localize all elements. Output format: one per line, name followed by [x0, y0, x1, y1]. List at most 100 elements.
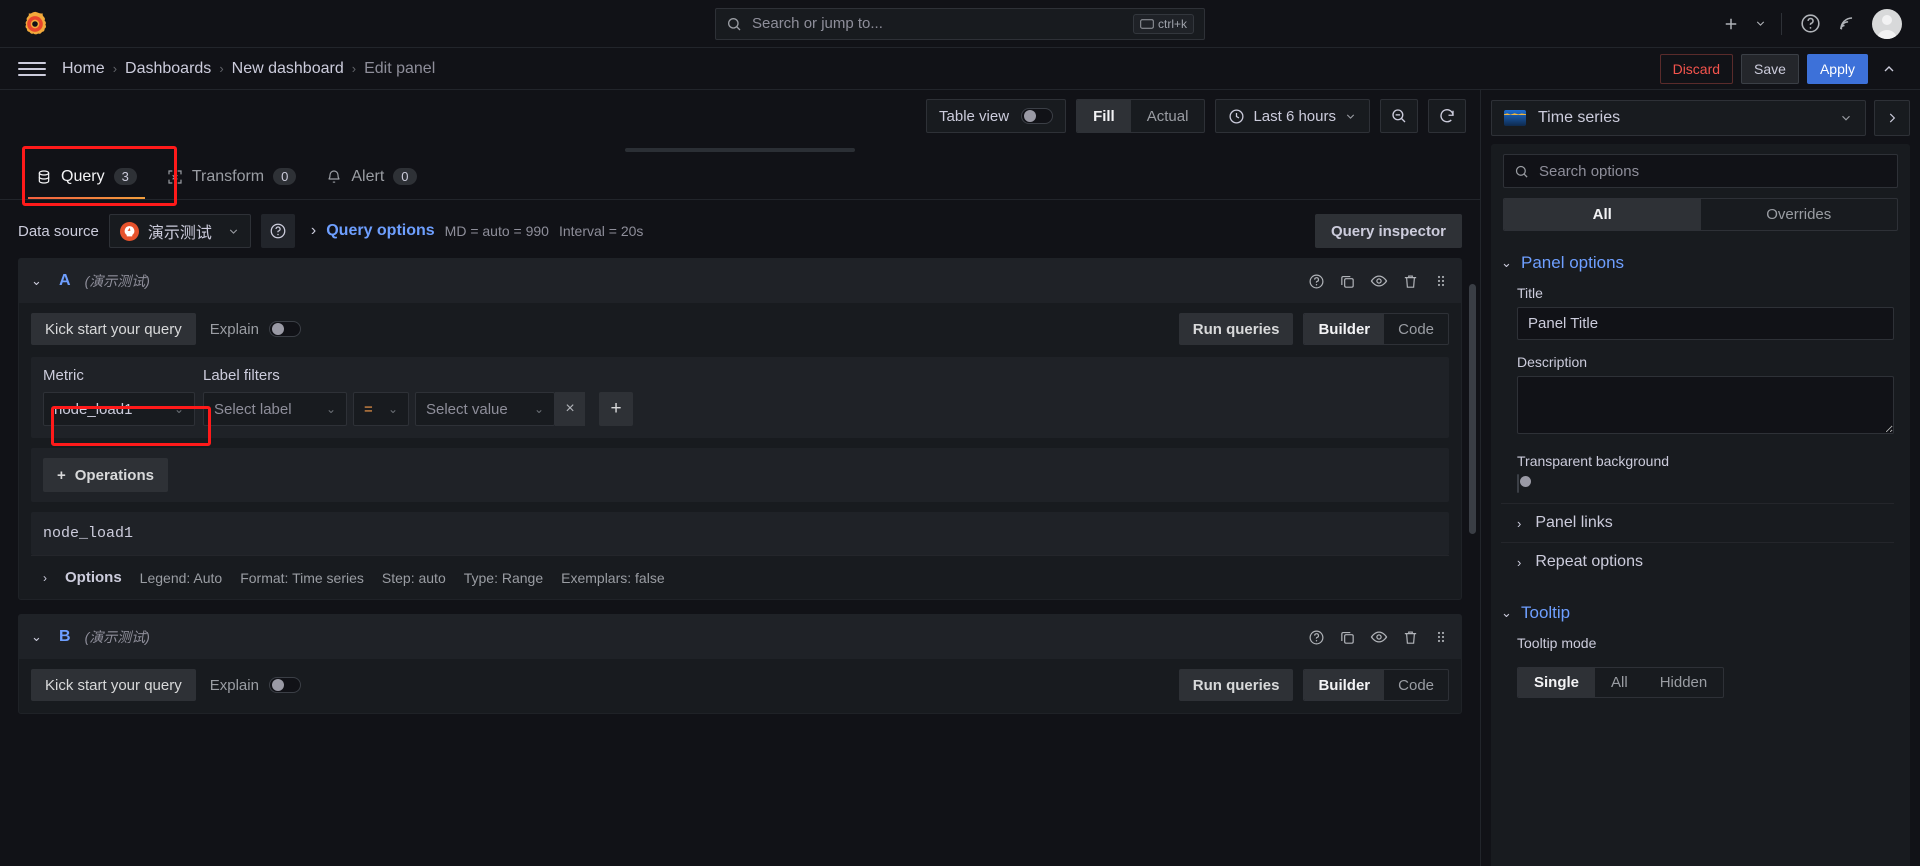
field-tooltip-mode: Tooltip mode [1501, 631, 1894, 667]
options-type: Type: Range [464, 570, 543, 586]
save-button[interactable]: Save [1741, 54, 1799, 84]
query-pane-scrollbar[interactable] [1469, 258, 1476, 866]
new-button[interactable] [1715, 8, 1747, 40]
section-tooltip-header[interactable]: ⌄ Tooltip [1501, 597, 1894, 631]
table-view-toggle[interactable]: Table view [926, 99, 1066, 133]
menu-toggle-icon[interactable] [18, 55, 46, 83]
subsection-panel-links[interactable]: › Panel links [1501, 503, 1894, 542]
builder-option[interactable]: Builder [1304, 314, 1384, 344]
collapse-caret-icon[interactable]: ⌄ [31, 629, 45, 645]
collapse-caret-icon[interactable]: ⌄ [31, 273, 45, 289]
duplicate-icon[interactable] [1339, 273, 1356, 290]
datasource-picker[interactable]: 演示测试 [109, 214, 251, 248]
trash-icon[interactable] [1402, 629, 1419, 646]
search-shortcut-label: ctrl+k [1158, 17, 1187, 31]
operations-label: Operations [75, 467, 154, 484]
pane-resize-handle[interactable] [0, 142, 1480, 154]
query-options-label: Query options [326, 222, 434, 240]
metric-label: Metric [43, 367, 203, 384]
tab-alert[interactable]: Alert 0 [314, 154, 434, 199]
help-circle-icon[interactable] [1308, 273, 1325, 290]
table-view-switch[interactable] [1021, 108, 1053, 124]
help-icon[interactable] [1794, 8, 1826, 40]
search-options-input[interactable]: Search options [1503, 154, 1898, 188]
query-row-a-name[interactable]: A [59, 272, 71, 290]
chevron-up-icon[interactable] [1876, 56, 1902, 82]
add-filter-button[interactable]: + [599, 392, 633, 426]
tab-overrides[interactable]: Overrides [1701, 199, 1898, 230]
tooltip-mode-all[interactable]: All [1595, 668, 1644, 697]
table-view-label: Table view [939, 108, 1009, 125]
drag-icon[interactable] [1433, 273, 1449, 289]
breadcrumb-item-new-dashboard[interactable]: New dashboard [232, 60, 344, 78]
actual-option[interactable]: Actual [1131, 100, 1205, 132]
query-row-b-datasource: (演示测试) [85, 627, 150, 647]
query-row-b-header: ⌄ B (演示测试) [19, 615, 1461, 659]
operator-select[interactable]: = ⌄ [353, 392, 409, 426]
transparent-background-label: Transparent background [1517, 453, 1894, 469]
panel-title-input[interactable] [1517, 307, 1894, 340]
subsection-repeat-options[interactable]: › Repeat options [1501, 542, 1894, 581]
refresh-button[interactable] [1428, 99, 1466, 133]
tab-transform[interactable]: Transform 0 [155, 154, 315, 199]
add-operations-button[interactable]: + Operations [43, 458, 168, 492]
section-tooltip: ⌄ Tooltip Tooltip mode Single All Hidden [1491, 581, 1910, 698]
explain-label: Explain [210, 677, 259, 694]
zoom-out-button[interactable] [1380, 99, 1418, 133]
label-select[interactable]: Select label ⌄ [203, 392, 347, 426]
drag-icon[interactable] [1433, 629, 1449, 645]
explain-toggle[interactable]: Explain [210, 677, 301, 694]
fill-option[interactable]: Fill [1077, 100, 1131, 132]
timeseries-thumb-icon [1504, 110, 1526, 126]
section-panel-options-title: Panel options [1521, 253, 1624, 273]
value-select[interactable]: Select value ⌄ [415, 392, 555, 426]
datasource-help-icon[interactable] [261, 214, 295, 248]
eye-icon[interactable] [1370, 272, 1388, 290]
query-options-summary-row[interactable]: › Options Legend: Auto Format: Time seri… [31, 555, 1449, 599]
news-icon[interactable] [1830, 8, 1862, 40]
panel-description-textarea[interactable] [1517, 376, 1894, 434]
global-search-box[interactable]: Search or jump to... ctrl+k [715, 8, 1205, 40]
visualization-picker[interactable]: Time series [1491, 100, 1866, 136]
code-option[interactable]: Code [1384, 314, 1448, 344]
query-options-toggle[interactable]: › Query options MD = auto = 990 Interval… [311, 222, 644, 240]
section-panel-options-header[interactable]: ⌄ Panel options [1501, 247, 1894, 281]
discard-button[interactable]: Discard [1660, 54, 1733, 84]
tab-query[interactable]: Query 3 [24, 154, 155, 199]
tooltip-mode-single[interactable]: Single [1518, 668, 1595, 697]
breadcrumb-item-dashboards[interactable]: Dashboards [125, 60, 211, 78]
kick-start-query-button[interactable]: Kick start your query [31, 313, 196, 345]
explain-toggle[interactable]: Explain [210, 321, 301, 338]
query-preview: node_load1 [31, 512, 1449, 555]
run-queries-button[interactable]: Run queries [1179, 313, 1294, 345]
code-option[interactable]: Code [1384, 670, 1448, 700]
expand-options-button[interactable] [1874, 100, 1910, 136]
trash-icon[interactable] [1402, 273, 1419, 290]
label-filters-label: Label filters [203, 367, 280, 384]
help-circle-icon[interactable] [1308, 629, 1325, 646]
options-step: Step: auto [382, 570, 446, 586]
tooltip-mode-hidden[interactable]: Hidden [1644, 668, 1724, 697]
tab-all[interactable]: All [1504, 199, 1701, 230]
grafana-logo-icon[interactable] [20, 9, 50, 39]
query-row-b-name[interactable]: B [59, 628, 71, 646]
remove-filter-button[interactable]: × [555, 392, 585, 426]
explain-switch[interactable] [269, 677, 301, 693]
time-range-picker[interactable]: Last 6 hours [1215, 99, 1370, 133]
chevron-right-icon: › [43, 571, 47, 585]
run-queries-button[interactable]: Run queries [1179, 669, 1294, 701]
builder-option[interactable]: Builder [1304, 670, 1384, 700]
apply-button[interactable]: Apply [1807, 54, 1868, 84]
avatar[interactable] [1872, 9, 1902, 39]
breadcrumb-item-home[interactable]: Home [62, 60, 105, 78]
eye-icon[interactable] [1370, 628, 1388, 646]
bell-icon [326, 169, 342, 185]
explain-switch[interactable] [269, 321, 301, 337]
panel-edit-actions: Discard Save Apply [1660, 54, 1902, 84]
kick-start-query-button[interactable]: Kick start your query [31, 669, 196, 701]
chevron-down-icon[interactable] [1751, 8, 1769, 40]
query-inspector-button[interactable]: Query inspector [1315, 214, 1462, 248]
duplicate-icon[interactable] [1339, 629, 1356, 646]
metric-select[interactable]: node_load1 ⌄ [43, 392, 195, 426]
transparent-background-switch[interactable] [1517, 474, 1519, 493]
